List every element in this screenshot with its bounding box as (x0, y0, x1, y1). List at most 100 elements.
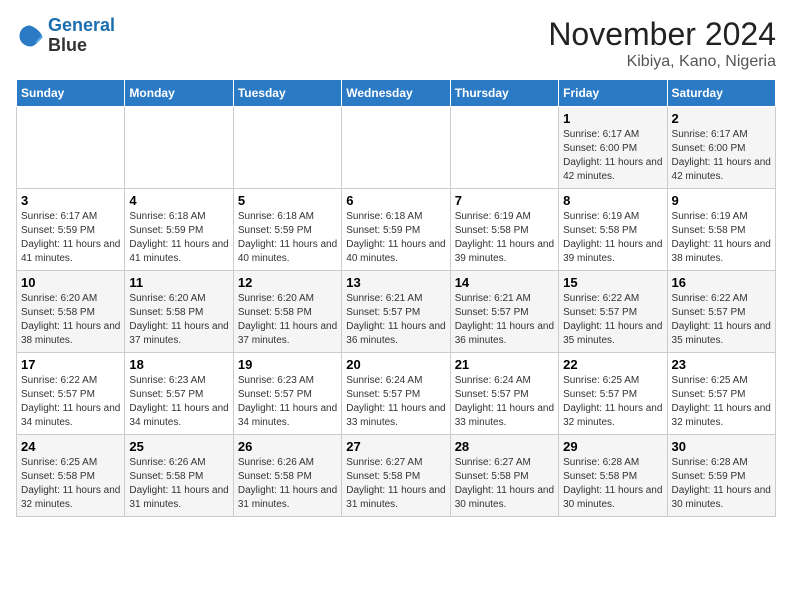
day-number: 25 (129, 439, 228, 454)
day-info: Sunrise: 6:28 AM Sunset: 5:59 PM Dayligh… (672, 456, 771, 512)
weekday-header: Thursday (450, 80, 558, 107)
day-number: 28 (455, 439, 554, 454)
day-number: 23 (672, 357, 771, 372)
weekday-header: Saturday (667, 80, 775, 107)
calendar-cell: 27Sunrise: 6:27 AM Sunset: 5:58 PM Dayli… (342, 435, 450, 517)
logo: General Blue (16, 16, 115, 56)
calendar-week-row: 24 Sunrise: 6:25 AM Sunset: 5:58 PM Dayli… (17, 435, 776, 517)
day-info: Sunrise: 6:23 AM Sunset: 5:57 PM Dayligh… (129, 374, 228, 430)
day-info: Sunrise: 6:22 AM Sunset: 5:57 PM Dayligh… (563, 292, 662, 348)
calendar-week-row: 17 Sunrise: 6:22 AM Sunset: 5:57 PM Dayli… (17, 353, 776, 435)
calendar-cell: 10 Sunrise: 6:20 AM Sunset: 5:58 PM Dayli… (17, 271, 125, 353)
location: Kibiya, Kano, Nigeria (548, 53, 776, 71)
day-info: Sunrise: 6:23 AM Sunset: 5:57 PM Dayligh… (238, 374, 337, 430)
day-info: Sunrise: 6:21 AM Sunset: 5:57 PM Dayligh… (346, 292, 445, 348)
logo-line1: General (48, 15, 115, 35)
weekday-header: Tuesday (233, 80, 341, 107)
day-number: 18 (129, 357, 228, 372)
calendar-cell: 24 Sunrise: 6:25 AM Sunset: 5:58 PM Dayli… (17, 435, 125, 517)
day-info: Sunrise: 6:17 AM Sunset: 5:59 PM Dayligh… (21, 210, 120, 266)
calendar-cell (17, 107, 125, 189)
calendar-cell: 17 Sunrise: 6:22 AM Sunset: 5:57 PM Dayli… (17, 353, 125, 435)
calendar-cell (125, 107, 233, 189)
calendar-cell: 3 Sunrise: 6:17 AM Sunset: 5:59 PM Daylig… (17, 189, 125, 271)
day-info: Sunrise: 6:18 AM Sunset: 5:59 PM Dayligh… (346, 210, 445, 266)
day-number: 5 (238, 193, 337, 208)
calendar-cell: 12 Sunrise: 6:20 AM Sunset: 5:58 PM Dayli… (233, 271, 341, 353)
calendar-table: SundayMondayTuesdayWednesdayThursdayFrid… (16, 79, 776, 517)
calendar-cell: 13Sunrise: 6:21 AM Sunset: 5:57 PM Dayli… (342, 271, 450, 353)
calendar-cell: 8 Sunrise: 6:19 AM Sunset: 5:58 PM Daylig… (559, 189, 667, 271)
weekday-header: Wednesday (342, 80, 450, 107)
day-number: 17 (21, 357, 120, 372)
day-number: 3 (21, 193, 120, 208)
weekday-header: Friday (559, 80, 667, 107)
day-number: 26 (238, 439, 337, 454)
day-number: 7 (455, 193, 554, 208)
day-info: Sunrise: 6:21 AM Sunset: 5:57 PM Dayligh… (455, 292, 554, 348)
calendar-cell: 9Sunrise: 6:19 AM Sunset: 5:58 PM Daylig… (667, 189, 775, 271)
month-title: November 2024 (548, 16, 776, 53)
calendar-cell (233, 107, 341, 189)
calendar-cell: 11 Sunrise: 6:20 AM Sunset: 5:58 PM Dayli… (125, 271, 233, 353)
day-number: 10 (21, 275, 120, 290)
calendar-cell: 30 Sunrise: 6:28 AM Sunset: 5:59 PM Dayli… (667, 435, 775, 517)
weekday-header: Monday (125, 80, 233, 107)
day-number: 27 (346, 439, 445, 454)
title-block: November 2024 Kibiya, Kano, Nigeria (548, 16, 776, 71)
calendar-cell: 1 Sunrise: 6:17 AM Sunset: 6:00 PM Daylig… (559, 107, 667, 189)
weekday-header: Sunday (17, 80, 125, 107)
calendar-week-row: 10 Sunrise: 6:20 AM Sunset: 5:58 PM Dayli… (17, 271, 776, 353)
day-number: 14 (455, 275, 554, 290)
day-number: 11 (129, 275, 228, 290)
page-header: General Blue November 2024 Kibiya, Kano,… (16, 16, 776, 71)
day-number: 21 (455, 357, 554, 372)
day-number: 1 (563, 111, 662, 126)
calendar-cell: 20Sunrise: 6:24 AM Sunset: 5:57 PM Dayli… (342, 353, 450, 435)
calendar-cell: 14 Sunrise: 6:21 AM Sunset: 5:57 PM Dayli… (450, 271, 558, 353)
day-number: 22 (563, 357, 662, 372)
day-info: Sunrise: 6:22 AM Sunset: 5:57 PM Dayligh… (672, 292, 771, 348)
day-info: Sunrise: 6:22 AM Sunset: 5:57 PM Dayligh… (21, 374, 120, 430)
calendar-cell: 15Sunrise: 6:22 AM Sunset: 5:57 PM Dayli… (559, 271, 667, 353)
calendar-cell: 23 Sunrise: 6:25 AM Sunset: 5:57 PM Dayli… (667, 353, 775, 435)
day-number: 8 (563, 193, 662, 208)
calendar-cell: 22 Sunrise: 6:25 AM Sunset: 5:57 PM Dayli… (559, 353, 667, 435)
day-info: Sunrise: 6:19 AM Sunset: 5:58 PM Dayligh… (672, 210, 771, 266)
day-number: 24 (21, 439, 120, 454)
calendar-cell: 5 Sunrise: 6:18 AM Sunset: 5:59 PM Daylig… (233, 189, 341, 271)
day-info: Sunrise: 6:25 AM Sunset: 5:58 PM Dayligh… (21, 456, 120, 512)
calendar-week-row: 3 Sunrise: 6:17 AM Sunset: 5:59 PM Daylig… (17, 189, 776, 271)
day-number: 29 (563, 439, 662, 454)
calendar-cell: 18 Sunrise: 6:23 AM Sunset: 5:57 PM Dayli… (125, 353, 233, 435)
day-number: 19 (238, 357, 337, 372)
calendar-cell: 7 Sunrise: 6:19 AM Sunset: 5:58 PM Daylig… (450, 189, 558, 271)
calendar-cell: 16 Sunrise: 6:22 AM Sunset: 5:57 PM Dayli… (667, 271, 775, 353)
calendar-week-row: 1 Sunrise: 6:17 AM Sunset: 6:00 PM Daylig… (17, 107, 776, 189)
day-info: Sunrise: 6:25 AM Sunset: 5:57 PM Dayligh… (563, 374, 662, 430)
day-info: Sunrise: 6:17 AM Sunset: 6:00 PM Dayligh… (672, 128, 771, 184)
day-info: Sunrise: 6:28 AM Sunset: 5:58 PM Dayligh… (563, 456, 662, 512)
day-info: Sunrise: 6:26 AM Sunset: 5:58 PM Dayligh… (129, 456, 228, 512)
day-info: Sunrise: 6:17 AM Sunset: 6:00 PM Dayligh… (563, 128, 662, 184)
day-info: Sunrise: 6:19 AM Sunset: 5:58 PM Dayligh… (563, 210, 662, 266)
calendar-cell: 28 Sunrise: 6:27 AM Sunset: 5:58 PM Dayli… (450, 435, 558, 517)
calendar-cell: 6 Sunrise: 6:18 AM Sunset: 5:59 PM Daylig… (342, 189, 450, 271)
day-info: Sunrise: 6:26 AM Sunset: 5:58 PM Dayligh… (238, 456, 337, 512)
calendar-cell: 19 Sunrise: 6:23 AM Sunset: 5:57 PM Dayli… (233, 353, 341, 435)
day-number: 4 (129, 193, 228, 208)
calendar-cell (342, 107, 450, 189)
day-info: Sunrise: 6:20 AM Sunset: 5:58 PM Dayligh… (238, 292, 337, 348)
day-info: Sunrise: 6:19 AM Sunset: 5:58 PM Dayligh… (455, 210, 554, 266)
day-info: Sunrise: 6:20 AM Sunset: 5:58 PM Dayligh… (21, 292, 120, 348)
day-info: Sunrise: 6:25 AM Sunset: 5:57 PM Dayligh… (672, 374, 771, 430)
day-number: 16 (672, 275, 771, 290)
logo-icon (16, 22, 44, 50)
day-number: 30 (672, 439, 771, 454)
day-number: 6 (346, 193, 445, 208)
day-number: 12 (238, 275, 337, 290)
calendar-cell: 21Sunrise: 6:24 AM Sunset: 5:57 PM Dayli… (450, 353, 558, 435)
day-info: Sunrise: 6:27 AM Sunset: 5:58 PM Dayligh… (455, 456, 554, 512)
day-info: Sunrise: 6:18 AM Sunset: 5:59 PM Dayligh… (238, 210, 337, 266)
day-info: Sunrise: 6:20 AM Sunset: 5:58 PM Dayligh… (129, 292, 228, 348)
